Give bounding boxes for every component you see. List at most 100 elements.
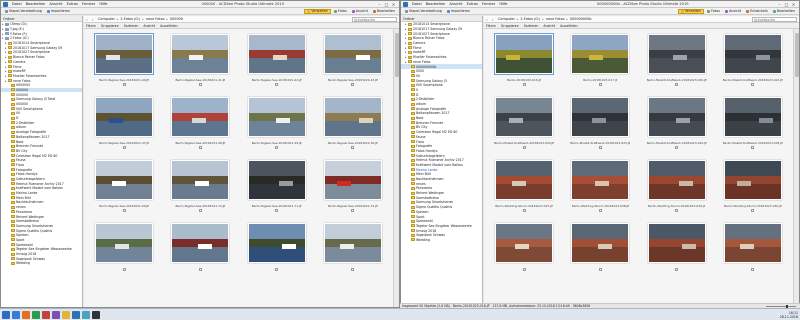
thumbnail-image[interactable] [95, 223, 154, 263]
thumbnail-checkbox[interactable] [351, 209, 355, 212]
thumbnail-image[interactable] [723, 160, 782, 200]
filter-menu-sortieren[interactable]: Sortieren [524, 24, 539, 28]
toolbar-button-stapel-verarbeitung[interactable]: Stapel-Verarbeitung [403, 9, 444, 14]
mail-icon[interactable] [42, 310, 50, 319]
chrome-icon[interactable] [32, 310, 40, 319]
thumbnail-checkbox[interactable] [675, 83, 679, 86]
filter-menu-gruppieren[interactable]: Gruppieren [101, 24, 119, 28]
thumbnail-image[interactable] [323, 97, 382, 137]
thumbnail[interactable]: Berlin-Wedding-Sturm-20181023-030.JP [715, 157, 791, 220]
filter-menu-auswählen[interactable]: Auswählen [560, 24, 577, 28]
thumbnail-image[interactable] [571, 97, 630, 137]
filter-menu-sortieren[interactable]: Sortieren [124, 24, 139, 28]
start-button[interactable] [2, 310, 10, 319]
menu-item-bearbeiten[interactable]: Bearbeiten [424, 2, 448, 6]
thumbnail-checkbox[interactable] [275, 209, 279, 212]
maximize-icon[interactable]: □ [783, 2, 790, 7]
thumbnail[interactable]: Berlin-Wedding-Sturm-20181023-028.JP [562, 157, 638, 220]
thumbnail-checkbox[interactable] [522, 268, 526, 271]
thumbnail-image[interactable] [247, 160, 306, 200]
filter-menu-auswählen[interactable]: Auswählen [160, 24, 177, 28]
thumbnail-image[interactable] [95, 160, 154, 200]
thumbnail[interactable] [86, 220, 162, 283]
thumbnail-checkbox[interactable] [351, 146, 355, 149]
menu-item-bearbeiten[interactable]: Bearbeiten [24, 2, 48, 6]
vertical-scrollbar[interactable] [793, 29, 799, 307]
maximize-icon[interactable]: □ [383, 2, 390, 7]
thumbnail-image[interactable] [571, 160, 630, 200]
thumbnail[interactable] [715, 220, 791, 283]
breadcrumb-item[interactable]: 000000 [170, 17, 183, 21]
thumbnail-checkbox[interactable] [751, 209, 755, 212]
filter-menu-filtern[interactable]: Filtern [486, 24, 496, 28]
thumbnail-checkbox[interactable] [198, 268, 202, 271]
vertical-scrollbar[interactable] [393, 29, 399, 307]
thumbnail-checkbox[interactable] [598, 83, 602, 86]
thumbnail-checkbox[interactable] [598, 146, 602, 149]
thumbnail[interactable]: Berlin-20181023-016.JP [486, 31, 562, 94]
thumbnail-checkbox[interactable] [275, 83, 279, 86]
breadcrumb-item[interactable]: 2-Fotos (G:) [520, 17, 540, 21]
thumbnail-image[interactable] [94, 33, 155, 75]
thumbnail-image[interactable] [323, 223, 382, 263]
scrollbar-thumb[interactable] [395, 33, 399, 77]
explorer-icon[interactable] [62, 310, 70, 319]
thumbnail[interactable]: Berlin-Tegeler-See-20181021-41.JP [162, 31, 238, 94]
thumbnail-checkbox[interactable] [522, 209, 526, 212]
thumbnail[interactable] [639, 220, 715, 283]
thumbnail[interactable]: Berlin-Tegeler-See-20181021-71.JP [239, 157, 315, 220]
thumbnail-image[interactable] [647, 160, 706, 200]
thumbnail-checkbox[interactable] [122, 83, 126, 86]
thumbnail-checkbox[interactable] [751, 268, 755, 271]
thumbnail[interactable]: Berlin-Wedding-Sturm-20181023-029.JP [639, 157, 715, 220]
toolbar-button-ansicht[interactable]: Ansicht [350, 9, 370, 14]
thumbnail[interactable]: Berlin-Tegeler-See-20181021-72.JP [315, 157, 391, 220]
thumbnail[interactable] [239, 220, 315, 283]
menu-item-hilfe[interactable]: Hilfe [97, 2, 109, 6]
thumbnail[interactable] [486, 220, 562, 283]
thumbnail-image[interactable] [95, 97, 154, 137]
breadcrumb-item[interactable]: Computer [498, 17, 515, 21]
thumbnail[interactable]: Berlin-Tegeler-See-20181021-70.JP [162, 157, 238, 220]
thumbnail-checkbox[interactable] [598, 268, 602, 271]
back-arrow-icon[interactable]: ‹ [86, 17, 90, 22]
menu-item-extras[interactable]: Extras [465, 2, 480, 6]
breadcrumb-item[interactable]: neue Fotos [546, 17, 565, 21]
thumbnail-checkbox[interactable] [198, 146, 202, 149]
close-icon[interactable]: × [790, 2, 797, 7]
filter-menu-ansicht[interactable]: Ansicht [543, 24, 555, 28]
tree-item[interactable]: Wedding [401, 238, 482, 243]
menu-item-fenster[interactable]: Fenster [80, 2, 97, 6]
toolbar-button-bearbeiten[interactable]: Bearbeiten [371, 9, 397, 14]
thumbnail-image[interactable] [647, 223, 706, 263]
thumbnail-image[interactable] [323, 34, 382, 74]
zoom-slider[interactable] [766, 304, 796, 308]
breadcrumb-item[interactable]: Computer [98, 17, 115, 21]
toolbar-button-ansicht[interactable]: Ansicht [723, 9, 743, 14]
thumbnail[interactable] [562, 220, 638, 283]
terminal-icon[interactable] [92, 310, 100, 319]
forward-arrow-icon[interactable]: › [492, 17, 496, 22]
thumbnail-image[interactable] [495, 97, 554, 137]
thumbnail[interactable]: Berlin-Tegeler-See-20181021-43.JP [315, 31, 391, 94]
thumbnail-image[interactable] [723, 223, 782, 263]
thumbnail-checkbox[interactable] [522, 83, 526, 86]
thumbnail[interactable]: Berlin-Moabit-Kraftwerk-20181023-024.JP [639, 94, 715, 157]
minimize-icon[interactable]: – [776, 2, 783, 7]
breadcrumb-item[interactable]: 000000000b [570, 17, 592, 21]
scrollbar-thumb[interactable] [795, 33, 799, 77]
thumbnail-checkbox[interactable] [351, 83, 355, 86]
thumbnail[interactable]: Berlin-Wedding-Sturm-20181023-027.JP [486, 157, 562, 220]
breadcrumb-item[interactable]: neue Fotos [146, 17, 165, 21]
toolbar-button-fotos[interactable]: Fotos [705, 9, 722, 14]
quick-search-input[interactable]: Schnellsuche [352, 16, 397, 22]
thumbnail-image[interactable] [323, 160, 382, 200]
firefox-icon[interactable] [22, 310, 30, 319]
thumbnail-checkbox[interactable] [198, 83, 202, 86]
thumbnail-image[interactable] [571, 223, 630, 263]
photo-icon[interactable] [82, 310, 90, 319]
thumbnail[interactable] [315, 220, 391, 283]
thumbnail[interactable]: Berlin-Tegeler-See-20181021-47.JP [86, 94, 162, 157]
toolbar-button-verwalten[interactable]: Verwalten [677, 8, 705, 14]
thumbnail-image[interactable] [647, 34, 706, 74]
